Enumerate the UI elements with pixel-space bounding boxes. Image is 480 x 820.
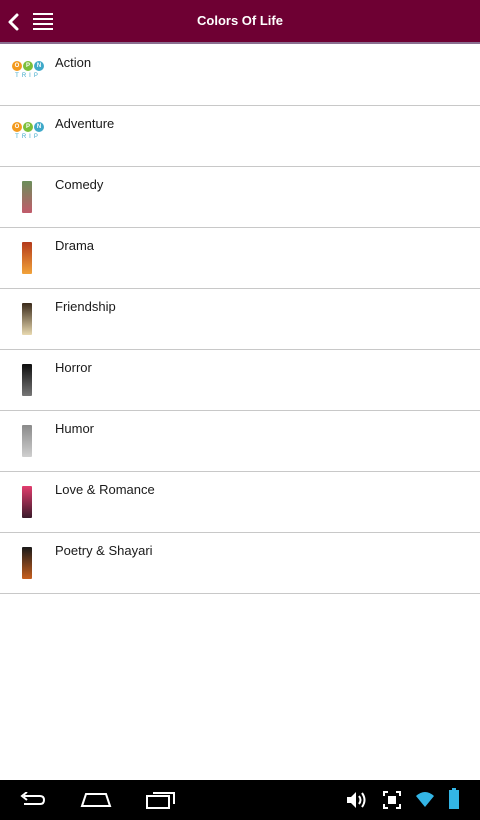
book-cover-thumbnail	[22, 303, 32, 335]
category-label: Love & Romance	[55, 482, 155, 497]
list-item[interactable]: Humor	[0, 411, 480, 472]
book-cover-thumbnail	[22, 181, 32, 213]
category-label: Humor	[55, 421, 95, 436]
system-nav-bar	[0, 780, 480, 820]
category-label: Drama	[55, 238, 95, 253]
book-cover-thumbnail	[22, 425, 32, 457]
book-cover-thumbnail	[22, 364, 32, 396]
logo-letter: O	[12, 122, 22, 132]
book-cover-thumbnail	[22, 547, 32, 579]
category-label: Horror	[55, 360, 92, 375]
book-cover-thumbnail	[22, 486, 32, 518]
book-cover-thumbnail	[22, 242, 32, 274]
page-title: Colors Of Life	[197, 13, 283, 28]
home-icon[interactable]	[80, 792, 112, 808]
logo-letter: N	[34, 122, 44, 132]
list-item[interactable]: O P N TRIP Adventure	[0, 106, 480, 167]
list-item[interactable]: Love & Romance	[0, 472, 480, 533]
open-trip-logo: O P N TRIP	[11, 61, 45, 87]
list-item[interactable]: Drama	[0, 228, 480, 289]
screenshot-icon[interactable]	[382, 790, 402, 810]
list-item[interactable]: Poetry & Shayari	[0, 533, 480, 594]
battery-icon	[449, 788, 459, 809]
list-item[interactable]: Friendship	[0, 289, 480, 350]
category-label: Action	[55, 55, 92, 70]
logo-letter: P	[23, 61, 33, 71]
category-label: Comedy	[55, 177, 104, 192]
logo-letter: O	[12, 61, 22, 71]
app-bar: Colors Of Life	[0, 0, 480, 44]
category-label: Friendship	[55, 299, 116, 314]
logo-subtitle: TRIP	[15, 134, 41, 140]
logo-letter: P	[23, 122, 33, 132]
category-label: Poetry & Shayari	[55, 543, 153, 558]
open-trip-logo: O P N TRIP	[11, 122, 45, 148]
back-icon[interactable]	[18, 792, 46, 808]
category-list: O P N TRIP Action O P N TRIP Adventure Comedy Drama…	[0, 45, 480, 594]
list-item[interactable]: O P N TRIP Action	[0, 45, 480, 106]
volume-icon	[347, 792, 366, 808]
list-item[interactable]: Comedy	[0, 167, 480, 228]
wifi-icon	[416, 792, 434, 807]
logo-letter: N	[34, 61, 44, 71]
list-item[interactable]: Horror	[0, 350, 480, 411]
category-label: Adventure	[55, 116, 115, 131]
logo-subtitle: TRIP	[15, 73, 41, 79]
recent-apps-icon[interactable]	[145, 790, 177, 810]
